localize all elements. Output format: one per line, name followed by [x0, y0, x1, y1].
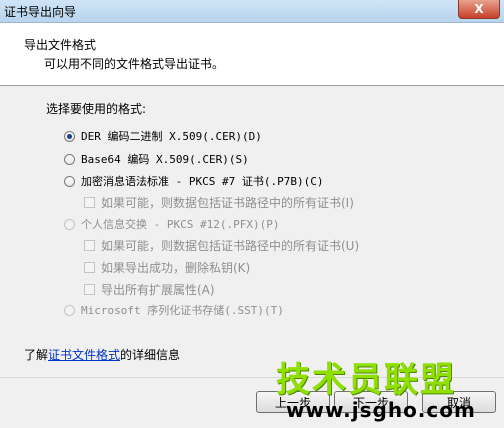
learn-more: 了解证书文件格式的详细信息 — [24, 346, 180, 363]
wizard-header: 导出文件格式 可以用不同的文件格式导出证书。 — [0, 23, 504, 86]
window-title: 证书导出向导 — [4, 5, 77, 19]
option-pkcs7-include-label: 如果可能，则数据包括证书路径中的所有证书(I) — [101, 196, 354, 210]
option-base64-label: Base64 编码 X.509(.CER)(S) — [81, 153, 249, 166]
cert-format-link[interactable]: 证书文件格式 — [48, 348, 120, 362]
option-sst[interactable]: Microsoft 序列化证书存储(.SST)(T) — [64, 302, 284, 318]
title-bar: 证书导出向导 X — [0, 0, 504, 23]
option-der[interactable]: DER 编码二进制 X.509(.CER)(D) — [64, 128, 262, 144]
option-pfx-label: 个人信息交换 - PKCS #12(.PFX)(P) — [81, 218, 280, 231]
option-pkcs7-include-all[interactable]: 如果可能，则数据包括证书路径中的所有证书(I) — [84, 194, 354, 211]
learn-more-suffix: 的详细信息 — [120, 348, 181, 362]
header-title: 导出文件格式 — [24, 38, 97, 52]
radio-base64[interactable] — [64, 153, 75, 165]
learn-more-prefix: 了解 — [24, 348, 49, 362]
checkbox-pfx-export-all[interactable] — [84, 284, 95, 295]
option-pfx-export-all[interactable]: 导出所有扩展属性(A) — [84, 281, 215, 298]
checkbox-pfx-include-all[interactable] — [84, 240, 95, 251]
option-pfx-delete-key[interactable]: 如果导出成功，删除私钥(K) — [84, 259, 250, 276]
option-base64[interactable]: Base64 编码 X.509(.CER)(S) — [64, 151, 249, 167]
radio-pfx[interactable] — [64, 218, 75, 230]
watermark-logo: 技术员联盟 — [276, 360, 456, 400]
checkbox-pkcs7-include-all[interactable] — [84, 197, 95, 208]
option-sst-label: Microsoft 序列化证书存储(.SST)(T) — [81, 304, 284, 317]
radio-der[interactable] — [64, 130, 75, 142]
radio-pkcs7[interactable] — [64, 175, 75, 187]
option-pfx-include-label: 如果可能，则数据包括证书路径中的所有证书(U) — [101, 239, 360, 253]
option-pkcs7-label: 加密消息语法标准 - PKCS #7 证书(.P7B)(C) — [81, 175, 324, 188]
radio-sst[interactable] — [64, 304, 75, 316]
option-pkcs7[interactable]: 加密消息语法标准 - PKCS #7 证书(.P7B)(C) — [64, 173, 323, 189]
option-der-label: DER 编码二进制 X.509(.CER)(D) — [81, 130, 262, 143]
option-pfx-delete-label: 如果导出成功，删除私钥(K) — [101, 261, 251, 275]
option-pfx-include-all[interactable]: 如果可能，则数据包括证书路径中的所有证书(U) — [84, 237, 359, 254]
option-pfx[interactable]: 个人信息交换 - PKCS #12(.PFX)(P) — [64, 216, 279, 232]
checkbox-pfx-delete-key[interactable] — [84, 262, 95, 273]
format-section-label: 选择要使用的格式: — [46, 102, 147, 116]
watermark-url: www.jsgho.com — [286, 398, 476, 422]
close-button[interactable]: X — [458, 0, 500, 19]
option-pfx-export-all-label: 导出所有扩展属性(A) — [101, 283, 215, 297]
header-subtitle: 可以用不同的文件格式导出证书。 — [44, 57, 225, 71]
